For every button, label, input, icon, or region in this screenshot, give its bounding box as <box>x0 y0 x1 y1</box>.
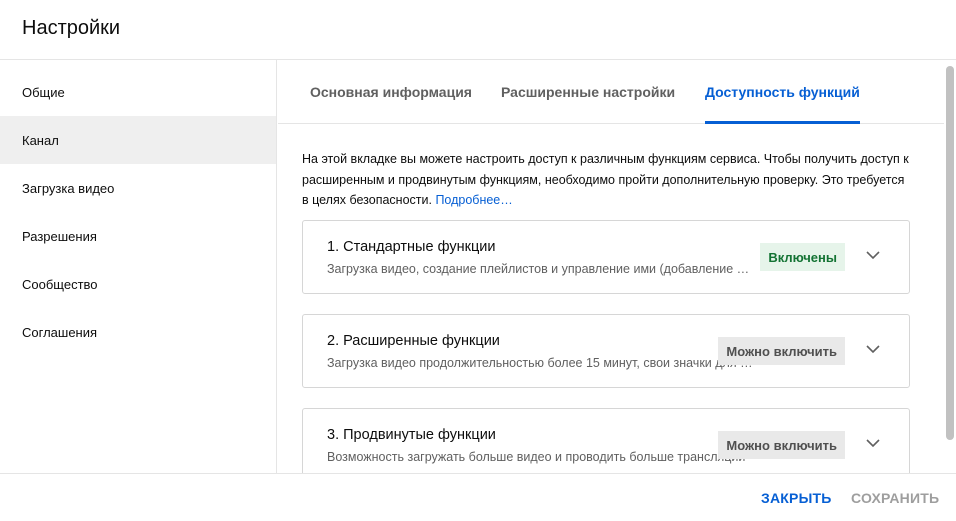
feature-card-standard[interactable]: 1. Стандартные функции Загрузка видео, с… <box>302 220 910 294</box>
scrollbar-thumb[interactable] <box>946 66 954 440</box>
sidebar-item-channel[interactable]: Канал <box>0 116 276 164</box>
tab-feature-eligibility[interactable]: Доступность функций <box>705 60 860 124</box>
dialog-footer: ЗАКРЫТЬ СОХРАНИТЬ <box>0 473 956 521</box>
feature-card-intermediate[interactable]: 2. Расширенные функции Загрузка видео пр… <box>302 314 910 388</box>
learn-more-link[interactable]: Подробнее… <box>435 193 512 207</box>
dialog-header: Настройки <box>0 0 956 60</box>
sidebar-item-permissions[interactable]: Разрешения <box>0 212 276 260</box>
sidebar-item-upload-defaults[interactable]: Загрузка видео <box>0 164 276 212</box>
status-badge: Можно включить <box>718 337 845 365</box>
card-description: Загрузка видео продолжительностью более … <box>327 356 753 370</box>
chevron-down-icon[interactable] <box>865 247 881 263</box>
status-badge: Можно включить <box>718 431 845 459</box>
card-title: 1. Стандартные функции <box>327 239 496 255</box>
dialog-title: Настройки <box>22 17 121 39</box>
settings-sidebar: Общие Канал Загрузка видео Разрешения Со… <box>0 60 277 473</box>
chevron-down-icon[interactable] <box>865 341 881 357</box>
status-badge: Включены <box>760 243 845 271</box>
chevron-down-icon[interactable] <box>865 435 881 451</box>
card-title: 2. Расширенные функции <box>327 333 500 349</box>
sidebar-item-agreements[interactable]: Соглашения <box>0 308 276 356</box>
intro-body: На этой вкладке вы можете настроить дост… <box>302 152 909 207</box>
close-button[interactable]: ЗАКРЫТЬ <box>761 490 831 506</box>
tab-advanced-settings[interactable]: Расширенные настройки <box>501 60 675 124</box>
sidebar-item-general[interactable]: Общие <box>0 68 276 116</box>
tab-basic-info[interactable]: Основная информация <box>310 60 472 124</box>
scrollbar[interactable] <box>944 60 956 473</box>
card-description: Возможность загружать больше видео и про… <box>327 450 746 464</box>
save-button[interactable]: СОХРАНИТЬ <box>851 490 939 506</box>
intro-text: На этой вкладке вы можете настроить дост… <box>302 149 914 211</box>
card-title: 3. Продвинутые функции <box>327 427 496 443</box>
card-description: Загрузка видео, создание плейлистов и уп… <box>327 262 753 276</box>
tab-bar: Основная информация Расширенные настройк… <box>278 60 944 124</box>
feature-card-advanced[interactable]: 3. Продвинутые функции Возможность загру… <box>302 408 910 473</box>
main-panel: Основная информация Расширенные настройк… <box>278 60 944 473</box>
sidebar-item-community[interactable]: Сообщество <box>0 260 276 308</box>
